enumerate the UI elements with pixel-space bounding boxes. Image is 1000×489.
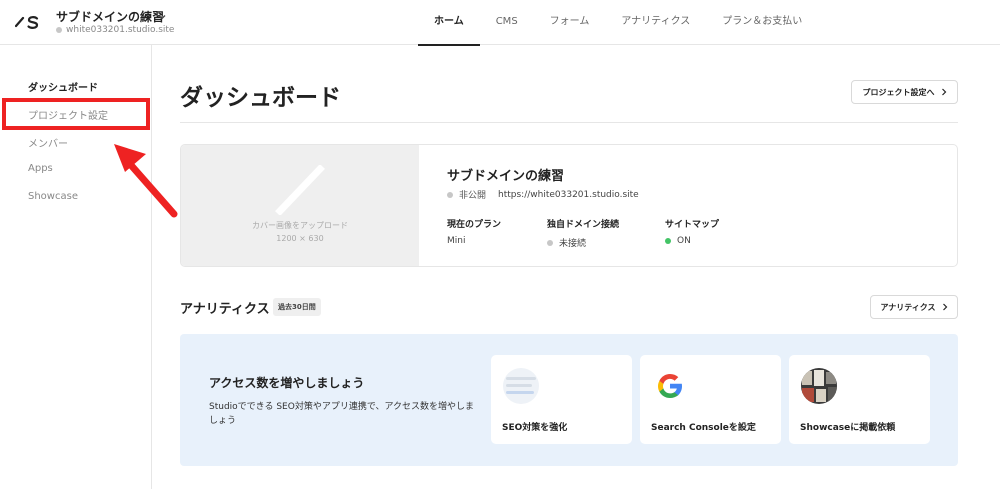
- custom-domain-value: 未接続: [547, 236, 586, 249]
- project-settings-button[interactable]: プロジェクト設定へ: [851, 80, 958, 104]
- sitemap-text: ON: [677, 236, 691, 246]
- cover-size-text: 1200 × 630: [276, 234, 324, 243]
- sidebar-item-dashboard[interactable]: ダッシュボード: [28, 79, 98, 94]
- sitemap-value: ON: [665, 236, 691, 246]
- analytics-button-label: アナリティクス: [880, 302, 936, 312]
- site-url-link[interactable]: https://white033201.studio.site: [498, 190, 639, 200]
- status-dot-icon: [56, 27, 62, 33]
- current-plan-label: 現在のプラン: [447, 220, 502, 230]
- main-nav: ホーム CMS フォーム アナリティクス プラン＆お支払い: [418, 0, 818, 46]
- tab-analytics[interactable]: アナリティクス: [605, 0, 706, 45]
- project-settings-button-label: プロジェクト設定へ: [862, 87, 935, 97]
- seo-thumbnail-icon: [503, 368, 539, 404]
- status-dot-icon: [447, 191, 453, 198]
- showcase-thumbnail-icon: [801, 368, 837, 404]
- sidebar-item-members[interactable]: メンバー: [28, 135, 68, 150]
- current-plan-value: Mini: [447, 236, 465, 246]
- placeholder-slash-icon: [275, 165, 325, 215]
- promo-card-search-console[interactable]: Search Consoleを設定: [640, 355, 781, 444]
- annotation-arrow-icon: [114, 144, 178, 218]
- chevron-right-icon: [942, 303, 947, 311]
- sitemap-label: サイトマップ: [665, 220, 720, 230]
- analytics-section-title: アナリティクス: [180, 302, 270, 317]
- divider: [180, 122, 958, 123]
- google-icon: [658, 374, 682, 398]
- promo-card-label: SEO対策を強化: [502, 423, 568, 433]
- period-badge: 過去30日間: [273, 298, 321, 316]
- tab-form[interactable]: フォーム: [534, 0, 606, 45]
- card-status-row: 非公開 https://white033201.studio.site: [447, 188, 639, 201]
- promo-title: アクセス数を増やしましょう: [209, 376, 365, 390]
- tab-home[interactable]: ホーム: [418, 0, 480, 46]
- cover-upload-area[interactable]: カバー画像をアップロード 1200 × 630: [181, 145, 419, 266]
- promo-description: Studioでできる SEO対策やアプリ連携で、アクセス数を増やしましょう: [209, 402, 475, 426]
- chevron-down-icon[interactable]: [157, 12, 167, 22]
- cover-upload-text: カバー画像をアップロード: [252, 221, 348, 230]
- publish-status: 非公開: [459, 191, 487, 201]
- status-dot-icon: [547, 239, 553, 246]
- annotation-highlight-box: [2, 98, 150, 130]
- custom-domain-text: 未接続: [559, 239, 587, 249]
- top-header: サブドメインの練習 white033201.studio.site ホーム CM…: [0, 0, 1000, 46]
- project-url-row: white033201.studio.site: [56, 25, 174, 35]
- promo-card-showcase[interactable]: Showcaseに掲載依頼: [789, 355, 930, 444]
- current-plan-text: Mini: [447, 236, 466, 246]
- promo-card-label: Showcaseに掲載依頼: [800, 423, 896, 433]
- tab-cms[interactable]: CMS: [480, 0, 534, 45]
- studio-logo-icon[interactable]: [15, 12, 41, 32]
- page-title: ダッシュボード: [180, 85, 341, 111]
- promo-card-label: Search Consoleを設定: [651, 423, 756, 433]
- project-name[interactable]: サブドメインの練習: [56, 8, 164, 25]
- chevron-right-icon: [941, 88, 946, 96]
- sidebar-item-showcase[interactable]: Showcase: [28, 191, 78, 202]
- tab-plan-billing[interactable]: プラン＆お支払い: [706, 0, 818, 45]
- sidebar-item-apps[interactable]: Apps: [28, 163, 53, 174]
- custom-domain-label: 独自ドメイン接続: [547, 220, 620, 230]
- promo-panel: アクセス数を増やしましょう Studioでできる SEO対策やアプリ連携で、アク…: [180, 334, 958, 466]
- analytics-button[interactable]: アナリティクス: [870, 295, 958, 319]
- project-url: white033201.studio.site: [66, 25, 175, 35]
- card-project-name: サブドメインの練習: [447, 169, 565, 184]
- promo-card-seo[interactable]: SEO対策を強化: [491, 355, 632, 444]
- project-card: カバー画像をアップロード 1200 × 630 サブドメインの練習 非公開 ht…: [180, 144, 958, 267]
- status-dot-on-icon: [665, 238, 671, 244]
